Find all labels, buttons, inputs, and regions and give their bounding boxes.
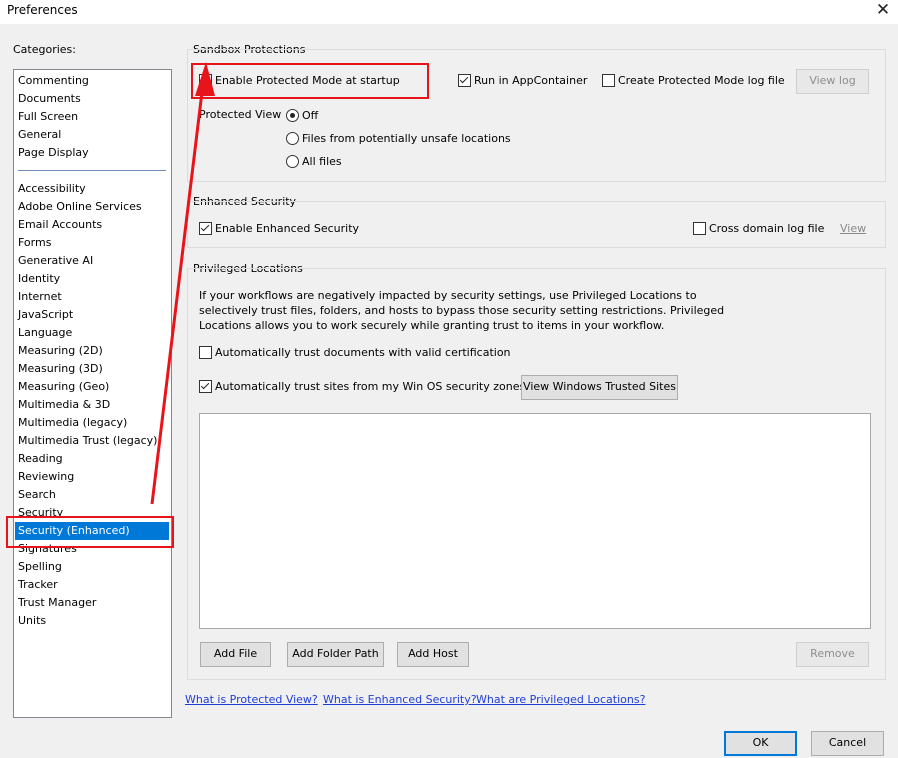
view-log-button[interactable]: View log (796, 69, 869, 94)
annotation-box-security-enhanced (6, 516, 174, 548)
category-item[interactable]: Internet (18, 288, 62, 306)
protected-view-label: Protected View (199, 108, 282, 121)
what-is-protected-view-link[interactable]: What is Protected View? (185, 693, 318, 706)
pv-all-radio[interactable] (286, 155, 299, 168)
category-item[interactable]: Measuring (Geo) (18, 378, 109, 396)
category-item[interactable]: Adobe Online Services (18, 198, 142, 216)
pv-off-radio[interactable] (286, 109, 299, 122)
auto-trust-sites-label: Automatically trust sites from my Win OS… (215, 380, 526, 393)
window-title: Preferences (7, 3, 78, 17)
remove-button[interactable]: Remove (796, 642, 869, 667)
close-icon[interactable]: ✕ (868, 0, 898, 22)
category-item[interactable]: General (18, 126, 61, 144)
annotation-box-protected-mode (191, 63, 429, 99)
category-item[interactable]: Email Accounts (18, 216, 102, 234)
appcontainer-checkbox[interactable] (458, 74, 471, 87)
privileged-desc-line2: selectively trust files, folders, and ho… (199, 304, 725, 317)
cancel-button[interactable]: Cancel (811, 731, 884, 756)
category-separator (18, 170, 166, 171)
categories-label: Categories: (13, 43, 76, 56)
ok-button[interactable]: OK (724, 731, 797, 756)
category-item[interactable]: JavaScript (18, 306, 73, 324)
category-item[interactable]: Units (18, 612, 46, 630)
category-item[interactable]: Search (18, 486, 56, 504)
category-item[interactable]: Page Display (18, 144, 89, 162)
create-log-label: Create Protected Mode log file (618, 74, 785, 87)
category-item[interactable]: Tracker (18, 576, 58, 594)
view-cross-domain-link[interactable]: View (840, 222, 866, 235)
add-file-button[interactable]: Add File (200, 642, 271, 667)
category-item[interactable]: Generative AI (18, 252, 93, 270)
title-bar (0, 0, 898, 24)
privileged-desc-line3: Locations allows you to work securely wh… (199, 319, 665, 332)
add-folder-path-button[interactable]: Add Folder Path (287, 642, 384, 667)
auto-trust-sites-checkbox[interactable] (199, 380, 212, 393)
enhanced-security-label: Enable Enhanced Security (215, 222, 360, 235)
add-host-button[interactable]: Add Host (397, 642, 469, 667)
category-item[interactable]: Trust Manager (18, 594, 96, 612)
category-item[interactable]: Multimedia Trust (legacy) (18, 432, 157, 450)
category-item[interactable]: Spelling (18, 558, 62, 576)
category-item[interactable]: Identity (18, 270, 60, 288)
category-item[interactable]: Full Screen (18, 108, 78, 126)
cross-domain-checkbox[interactable] (693, 222, 706, 235)
pv-off-label: Off (302, 109, 319, 122)
what-are-privileged-locations-link[interactable]: What are Privileged Locations? (476, 693, 645, 706)
category-item[interactable]: Multimedia (legacy) (18, 414, 127, 432)
category-item[interactable]: Documents (18, 90, 81, 108)
category-item[interactable]: Measuring (2D) (18, 342, 103, 360)
what-is-enhanced-security-link[interactable]: What is Enhanced Security? (323, 693, 477, 706)
category-item[interactable]: Accessibility (18, 180, 86, 198)
pv-all-label: All files (302, 155, 342, 168)
category-item[interactable]: Language (18, 324, 72, 342)
categories-list[interactable]: Commenting Documents Full Screen General… (13, 69, 172, 718)
auto-trust-cert-checkbox[interactable] (199, 346, 212, 359)
appcontainer-label: Run in AppContainer (474, 74, 588, 87)
privileged-locations-list[interactable] (199, 413, 871, 629)
category-item[interactable]: Forms (18, 234, 51, 252)
enhanced-security-checkbox[interactable] (199, 222, 212, 235)
category-item[interactable]: Commenting (18, 72, 89, 90)
create-log-checkbox[interactable] (602, 74, 615, 87)
category-item[interactable]: Measuring (3D) (18, 360, 103, 378)
privileged-desc-line1: If your workflows are negatively impacte… (199, 289, 697, 302)
cross-domain-label: Cross domain log file (709, 222, 825, 235)
category-item[interactable]: Reviewing (18, 468, 74, 486)
pv-unsafe-radio[interactable] (286, 132, 299, 145)
auto-trust-cert-label: Automatically trust documents with valid… (215, 346, 511, 359)
view-trusted-sites-button[interactable]: View Windows Trusted Sites (521, 375, 678, 400)
category-item[interactable]: Multimedia & 3D (18, 396, 110, 414)
pv-unsafe-label: Files from potentially unsafe locations (302, 132, 511, 145)
category-item[interactable]: Reading (18, 450, 63, 468)
